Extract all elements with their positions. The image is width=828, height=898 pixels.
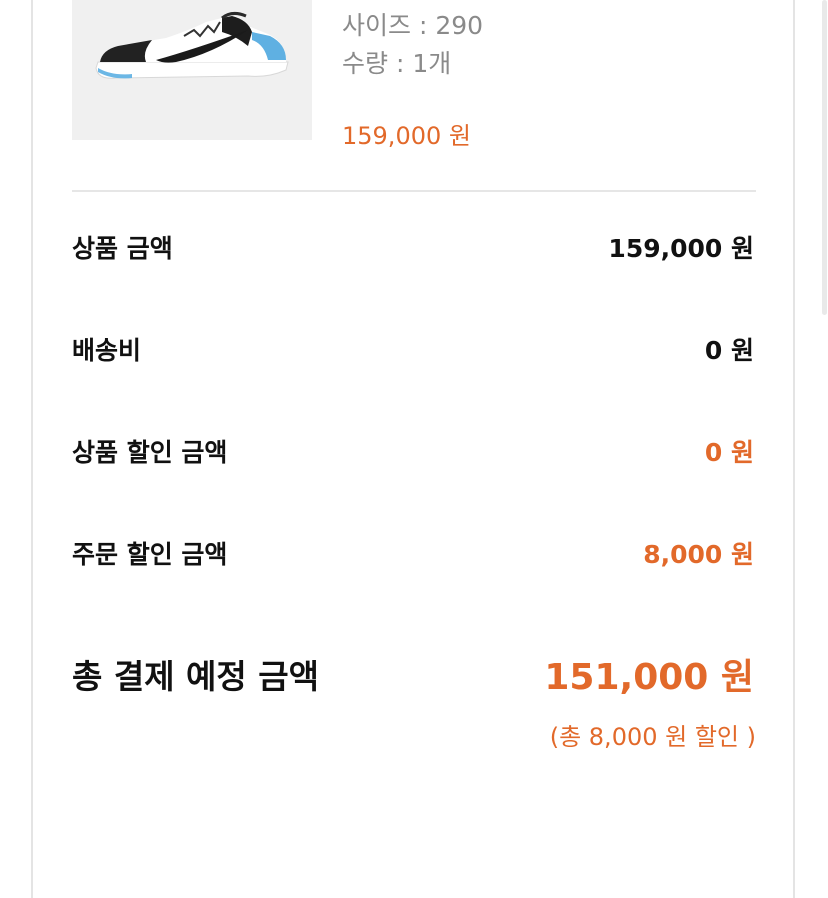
sneaker-image <box>72 0 312 140</box>
product-discount-label: 상품 할인 금액 <box>72 438 228 467</box>
scrollbar-thumb[interactable] <box>822 0 827 315</box>
order-discount-value: 8,000 원 <box>643 540 754 569</box>
product-discount-value: 0 원 <box>704 438 754 467</box>
section-divider <box>72 190 756 192</box>
option-quantity: 수량 : 1개 <box>342 49 452 78</box>
shipping-fee-label: 배송비 <box>72 336 142 365</box>
option-size: 사이즈 : 290 <box>342 11 484 40</box>
product-thumbnail[interactable] <box>72 0 312 140</box>
shipping-fee-value: 0 원 <box>704 336 754 365</box>
product-amount-value: 159,000 원 <box>608 234 754 263</box>
order-discount-label: 주문 할인 금액 <box>72 540 228 569</box>
total-payment-label: 총 결제 예정 금액 <box>72 657 319 696</box>
total-discount-note: (총 8,000 원 할인 ) <box>549 723 756 751</box>
product-price: 159,000 원 <box>342 122 471 150</box>
total-payment-value: 151,000 원 <box>544 657 754 698</box>
product-amount-label: 상품 금액 <box>72 234 173 263</box>
